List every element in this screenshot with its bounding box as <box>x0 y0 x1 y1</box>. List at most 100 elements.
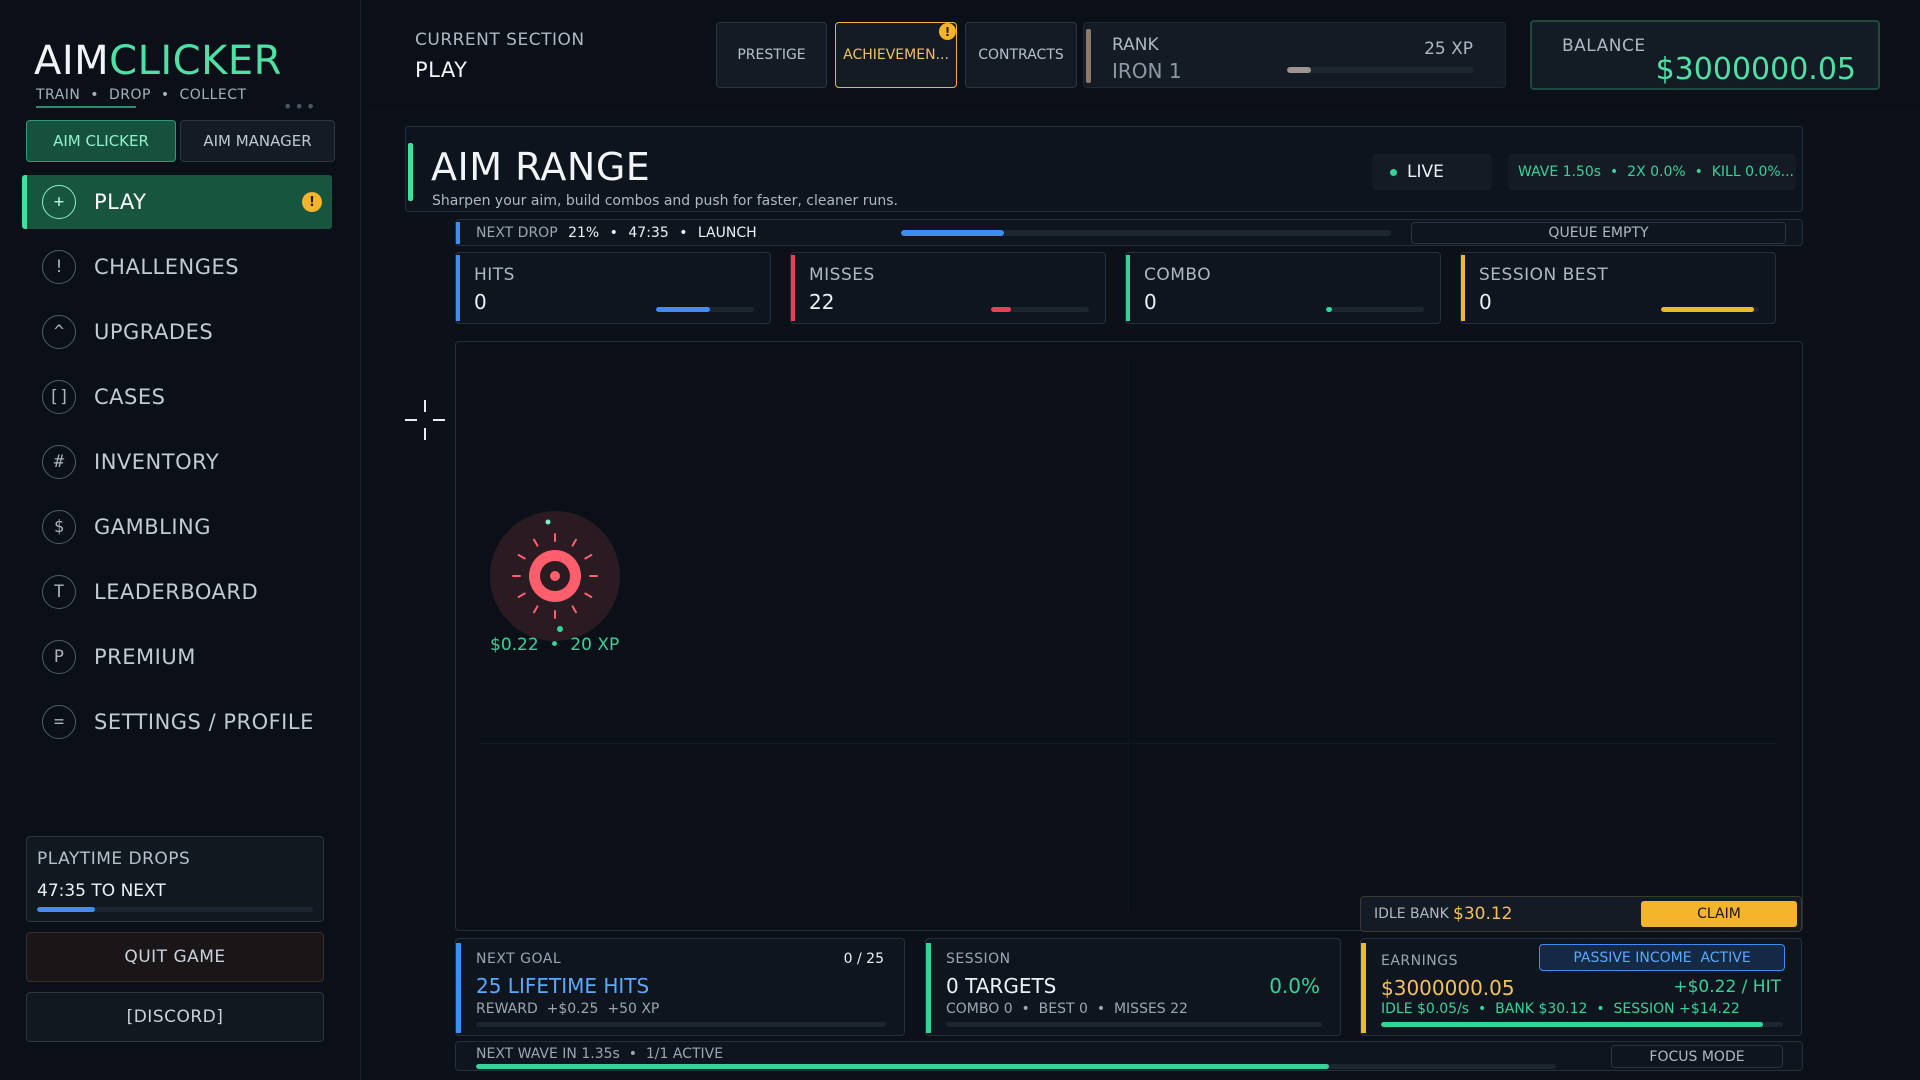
range-header: AIM RANGE Sharpen your aim, build combos… <box>405 126 1803 212</box>
target-tick <box>584 554 593 560</box>
stat-label: MISSES <box>809 265 875 285</box>
wave-info-badge: WAVE 1.50s • 2X 0.0% • KILL 0.0%... <box>1508 154 1796 190</box>
stat-card-hits: HITS 0 <box>455 252 771 324</box>
sidebar-item-play[interactable]: + PLAY! <box>22 175 332 229</box>
sidebar-item-label: LEADERBOARD <box>94 580 259 604</box>
stat-accent <box>456 255 460 321</box>
next-wave-strip: NEXT WAVE IN 1.35s • 1/1 ACTIVE FOCUS MO… <box>455 1041 1803 1071</box>
app-logo: AIMCLICKER <box>34 38 282 84</box>
stat-progress-fill <box>1661 307 1755 312</box>
sidebar-item-label: GAMBLING <box>94 515 212 539</box>
mode-tab-aim-manager[interactable]: AIM MANAGER <box>180 120 335 162</box>
earnings-label: EARNINGS <box>1381 953 1458 969</box>
playtime-progress-fill <box>37 907 95 912</box>
separator-dot: • <box>609 225 618 241</box>
target-tick <box>571 538 577 547</box>
balance-value: $3000000.05 <box>1655 52 1856 87</box>
target-icon[interactable] <box>490 511 620 641</box>
target-tick <box>584 592 593 598</box>
sidebar-item-icon: + <box>42 185 76 219</box>
sidebar-item-upgrades[interactable]: ^ UPGRADES <box>22 305 332 359</box>
sidebar-item-label: INVENTORY <box>94 450 220 474</box>
target-tick <box>533 605 539 614</box>
stat-value: 22 <box>809 290 835 314</box>
sidebar-item-gambling[interactable]: $ GAMBLING <box>22 500 332 554</box>
sidebar-item-premium[interactable]: P PREMIUM <box>22 630 332 684</box>
logo-text-aim: AIM <box>34 38 110 84</box>
quit-game-button[interactable]: QUIT GAME <box>26 932 324 982</box>
achievement-alert-icon: ! <box>939 23 956 40</box>
play-field[interactable] <box>455 341 1803 931</box>
claim-label: CLAIM <box>1697 906 1741 922</box>
rank-accent <box>1086 29 1091 83</box>
idle-bank-value: $30.12 <box>1453 904 1513 924</box>
goal-count: 0 / 25 <box>843 951 884 967</box>
passive-income-label: PASSIVE INCOME ACTIVE <box>1573 949 1751 966</box>
earnings-progress <box>1381 1022 1783 1027</box>
earnings-per-hit: +$0.22 / HIT <box>1673 977 1781 997</box>
range-title: AIM RANGE <box>431 145 651 189</box>
next-wave-progress <box>476 1064 1556 1069</box>
play-field-gridline <box>1128 360 1129 910</box>
tab-contracts[interactable]: CONTRACTS <box>965 22 1077 88</box>
rank-xp: 25 XP <box>1424 39 1473 59</box>
goal-progress <box>476 1022 886 1027</box>
next-drop-progress <box>901 230 1391 236</box>
session-progress <box>946 1022 1322 1027</box>
focus-mode-label: FOCUS MODE <box>1649 1048 1745 1065</box>
stat-card-combo: COMBO 0 <box>1125 252 1441 324</box>
target-tick <box>571 605 577 614</box>
sidebar-item-icon: = <box>42 705 76 739</box>
rank-value: IRON 1 <box>1112 59 1182 83</box>
sidebar-item-settings-profile[interactable]: = SETTINGS / PROFILE <box>22 695 332 749</box>
sidebar-item-label: CASES <box>94 385 166 409</box>
sidebar-item-label: PLAY <box>94 190 147 214</box>
play-alert-icon: ! <box>302 192 322 212</box>
queue-status: QUEUE EMPTY <box>1411 222 1786 244</box>
sidebar-item-label: CHALLENGES <box>94 255 240 279</box>
next-drop-label: NEXT DROP <box>476 225 558 241</box>
target-tick <box>517 592 526 598</box>
goal-title: 25 LIFETIME HITS <box>476 974 650 998</box>
sidebar-item-challenges[interactable]: ! CHALLENGES <box>22 240 332 294</box>
mode-tab-aim-clicker[interactable]: AIM CLICKER <box>26 120 176 162</box>
next-goal-card: NEXT GOAL 0 / 25 25 LIFETIME HITS REWARD… <box>455 938 905 1036</box>
next-drop-action: LAUNCH <box>697 225 757 241</box>
claim-button[interactable]: CLAIM <box>1641 901 1797 927</box>
stat-accent <box>1126 255 1130 321</box>
next-drop-accent <box>456 222 460 244</box>
session-label: SESSION <box>946 951 1011 967</box>
more-dots-icon[interactable]: ••• <box>283 97 317 116</box>
goal-label: NEXT GOAL <box>476 951 562 967</box>
stat-accent <box>791 255 795 321</box>
next-drop-percent: 21% <box>568 225 600 241</box>
discord-button[interactable]: [DISCORD] <box>26 992 324 1042</box>
sidebar-item-icon: P <box>42 640 76 674</box>
stat-value: 0 <box>1479 290 1492 314</box>
playtime-progress <box>37 907 313 912</box>
stat-card-misses: MISSES 22 <box>790 252 1106 324</box>
session-details: COMBO 0 • BEST 0 • MISSES 22 <box>946 1001 1188 1017</box>
sidebar-item-inventory[interactable]: # INVENTORY <box>22 435 332 489</box>
tab-label: CONTRACTS <box>978 47 1064 63</box>
session-title: 0 TARGETS <box>946 974 1057 998</box>
session-card: SESSION 0 TARGETS 0.0% COMBO 0 • BEST 0 … <box>925 938 1341 1036</box>
focus-mode-button[interactable]: FOCUS MODE <box>1611 1045 1783 1068</box>
quit-game-label: QUIT GAME <box>124 947 226 967</box>
passive-income-badge: PASSIVE INCOME ACTIVE <box>1539 944 1785 971</box>
crosshair-cursor-icon <box>405 400 445 440</box>
range-title-accent <box>408 143 413 201</box>
sidebar-item-cases[interactable]: [] CASES <box>22 370 332 424</box>
earnings-accent <box>1361 943 1366 1033</box>
sidebar-item-leaderboard[interactable]: T LEADERBOARD <box>22 565 332 619</box>
separator-dot: • <box>679 225 688 241</box>
section-value: PLAY <box>415 58 468 82</box>
queue-label: QUEUE EMPTY <box>1548 225 1649 241</box>
stat-label: HITS <box>474 265 515 285</box>
goal-reward: REWARD +$0.25 +50 XP <box>476 1001 660 1017</box>
earnings-value: $3000000.05 <box>1381 976 1515 1000</box>
rank-progress <box>1287 67 1474 73</box>
next-wave-label: NEXT WAVE IN 1.35s • 1/1 ACTIVE <box>476 1046 724 1062</box>
live-dot-icon <box>1390 168 1397 176</box>
tab-prestige[interactable]: PRESTIGE <box>716 22 827 88</box>
